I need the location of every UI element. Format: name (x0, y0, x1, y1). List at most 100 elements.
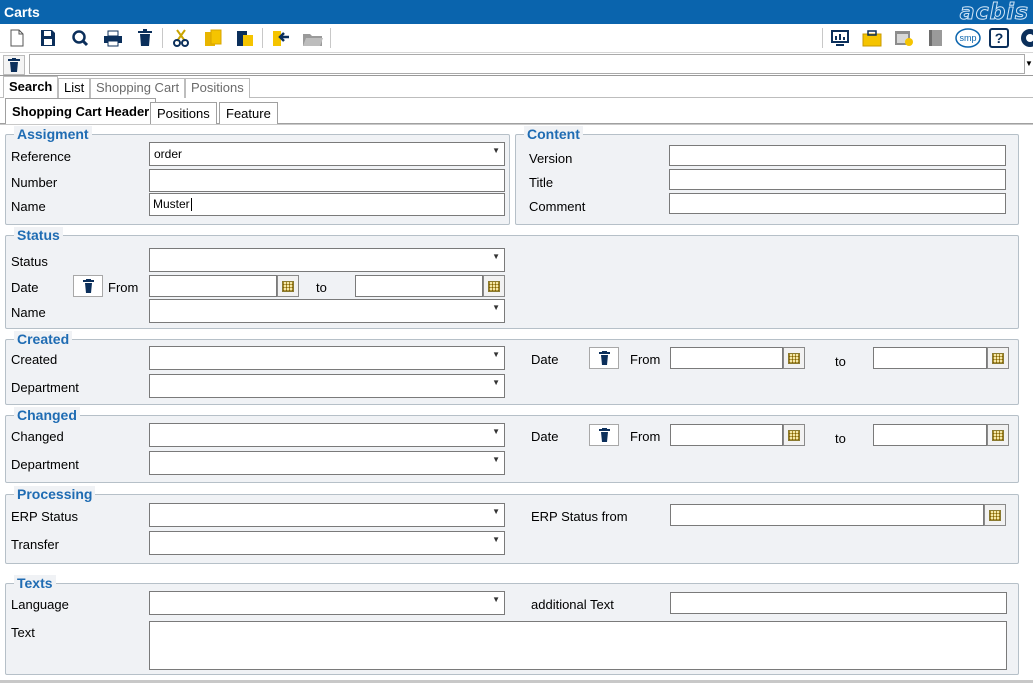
export-icon[interactable] (270, 27, 292, 49)
calendar-icon[interactable] (783, 347, 805, 369)
calendar-icon[interactable] (277, 275, 299, 297)
text-area[interactable] (149, 621, 1007, 670)
toolbar-separator (262, 28, 263, 48)
toolbar: smp ? (0, 24, 1033, 53)
created-to-label: to (835, 354, 846, 369)
form-area: Assigment Reference order ▼ Number Name … (0, 124, 1033, 683)
chevron-down-icon[interactable]: ▼ (1025, 54, 1033, 74)
tab-sub-positions[interactable]: Positions (150, 102, 217, 124)
paste-icon[interactable] (234, 27, 256, 49)
changed-date-from-field[interactable] (670, 424, 783, 446)
changed-select[interactable]: ▼ (149, 423, 505, 447)
copy-icon[interactable] (202, 27, 224, 49)
help-icon[interactable]: ? (988, 27, 1010, 49)
erp-status-label: ERP Status (11, 509, 78, 524)
svg-text:?: ? (995, 30, 1004, 46)
exit-icon[interactable] (1018, 27, 1033, 49)
chevron-down-icon: ▼ (492, 507, 500, 516)
tab-search[interactable]: Search (3, 76, 59, 98)
changed-date-to-field[interactable] (873, 424, 987, 446)
title-field[interactable] (669, 169, 1006, 190)
new-document-icon[interactable] (6, 27, 28, 49)
created-date-to-field[interactable] (873, 347, 987, 369)
status-date-label: Date (11, 280, 39, 295)
status-date-clear-button[interactable] (73, 275, 103, 297)
briefcase-icon[interactable] (861, 27, 883, 49)
created-group: Created Created ▼ Department ▼ Date From… (5, 331, 1019, 405)
cut-icon[interactable] (170, 27, 192, 49)
additional-text-field[interactable] (670, 592, 1007, 614)
status-name-select[interactable]: ▼ (149, 299, 505, 323)
changed-legend: Changed (14, 407, 80, 423)
created-select[interactable]: ▼ (149, 346, 505, 370)
clear-button[interactable] (3, 55, 25, 75)
search-icon[interactable] (69, 27, 91, 49)
created-date-from-field[interactable] (670, 347, 783, 369)
status-name-label: Name (11, 305, 46, 320)
book-icon[interactable] (925, 27, 947, 49)
tab-list[interactable]: List (58, 78, 91, 98)
chevron-down-icon: ▼ (492, 252, 500, 261)
erp-status-from-field[interactable] (670, 504, 984, 526)
status-select[interactable]: ▼ (149, 248, 505, 272)
open-folder-icon[interactable] (302, 27, 324, 49)
command-input[interactable] (29, 54, 1025, 74)
additional-text-label: additional Text (531, 597, 614, 612)
changed-label: Changed (11, 429, 64, 444)
chevron-down-icon: ▼ (492, 535, 500, 544)
content-legend: Content (524, 126, 583, 142)
status-date-to-field[interactable] (355, 275, 483, 297)
command-bar: ▼ (0, 53, 1033, 76)
version-field[interactable] (669, 145, 1006, 166)
number-field[interactable] (149, 169, 505, 192)
calendar-icon[interactable] (783, 424, 805, 446)
status-label: Status (11, 254, 48, 269)
created-from-label: From (630, 352, 661, 367)
created-department-label: Department (11, 380, 79, 395)
tab-feature[interactable]: Feature (219, 102, 278, 124)
print-icon[interactable] (102, 27, 124, 49)
changed-date-label: Date (531, 429, 559, 444)
status-from-label: From (108, 280, 139, 295)
chevron-down-icon: ▼ (492, 146, 500, 155)
chevron-down-icon: ▼ (492, 303, 500, 312)
created-date-clear-button[interactable] (589, 347, 619, 369)
assigment-group: Assigment Reference order ▼ Number Name … (5, 126, 510, 225)
changed-department-label: Department (11, 457, 79, 472)
calendar-icon[interactable] (984, 504, 1006, 526)
calendar-icon[interactable] (483, 275, 505, 297)
comment-field[interactable] (669, 193, 1006, 214)
tab-positions[interactable]: Positions (185, 78, 250, 98)
status-group: Status Status ▼ Date From to Name ▼ (5, 227, 1019, 329)
changed-date-clear-button[interactable] (589, 424, 619, 446)
name-field[interactable]: Muster (149, 193, 505, 216)
language-select[interactable]: ▼ (149, 591, 505, 615)
reference-value: order (154, 147, 183, 161)
texts-legend: Texts (14, 575, 56, 591)
transfer-select[interactable]: ▼ (149, 531, 505, 555)
created-legend: Created (14, 331, 73, 347)
title-label: Title (529, 175, 554, 190)
tab-shopping-cart[interactable]: Shopping Cart (90, 78, 186, 98)
smp-icon[interactable]: smp (955, 27, 981, 49)
erp-status-select[interactable]: ▼ (149, 503, 505, 527)
calendar-icon[interactable] (987, 347, 1009, 369)
delete-icon[interactable] (134, 27, 156, 49)
name-label: Name (11, 199, 46, 214)
reference-select[interactable]: order ▼ (149, 142, 505, 166)
texts-group: Texts Language ▼ Text additional Text (5, 575, 1019, 675)
changed-department-select[interactable]: ▼ (149, 451, 505, 475)
tab-shopping-cart-header[interactable]: Shopping Cart Header (5, 98, 157, 124)
created-label: Created (11, 352, 58, 367)
number-label: Number (11, 175, 58, 190)
reference-label: Reference (11, 149, 71, 164)
save-icon[interactable] (37, 27, 59, 49)
monitor-chart-icon[interactable] (829, 27, 851, 49)
status-date-from-field[interactable] (149, 275, 277, 297)
calendar-check-icon[interactable] (893, 27, 915, 49)
created-department-select[interactable]: ▼ (149, 374, 505, 398)
version-label: Version (529, 151, 573, 166)
processing-legend: Processing (14, 486, 96, 502)
toolbar-separator (162, 28, 163, 48)
calendar-icon[interactable] (987, 424, 1009, 446)
